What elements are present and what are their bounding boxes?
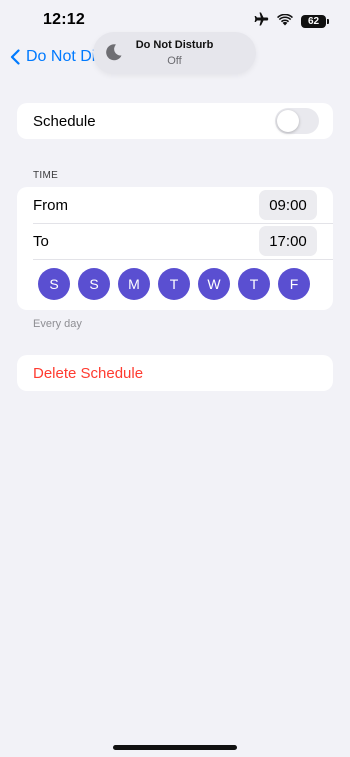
delete-schedule-button[interactable]: Delete Schedule [17, 355, 333, 391]
day-tuesday-button[interactable]: T [158, 268, 190, 300]
to-row: To 17:00 [17, 223, 333, 259]
from-time-button[interactable]: 09:00 [259, 190, 317, 220]
section-header-time: TIME [33, 170, 59, 181]
back-label: Do Not Dis [26, 48, 104, 65]
divider [33, 259, 333, 260]
schedule-toggle[interactable] [275, 108, 319, 134]
wifi-icon [277, 13, 293, 31]
chevron-left-icon [10, 49, 20, 65]
day-sunday-button[interactable]: S [38, 268, 70, 300]
focus-title: Do Not Disturb [135, 39, 214, 51]
focus-status-pill[interactable]: Do Not Disturb Off [93, 32, 256, 74]
repeat-summary: Every day [33, 318, 82, 330]
to-time-button[interactable]: 17:00 [259, 226, 317, 256]
from-label: From [33, 196, 68, 214]
focus-subtitle: Off [167, 55, 182, 67]
to-label: To [33, 232, 49, 250]
schedule-card: Schedule [17, 103, 333, 139]
from-row: From 09:00 [17, 187, 333, 223]
back-button[interactable]: Do Not Dis [10, 44, 103, 70]
status-time: 12:12 [43, 11, 85, 28]
toggle-knob [277, 110, 299, 132]
day-monday-button[interactable]: M [118, 268, 150, 300]
time-card: From 09:00 To 17:00 S S M T W T F [17, 187, 333, 310]
schedule-label: Schedule [33, 112, 96, 130]
day-saturday-button[interactable]: S [78, 268, 110, 300]
airplane-icon [253, 12, 269, 31]
battery-icon: 62 [301, 15, 329, 28]
schedule-row: Schedule [17, 103, 333, 139]
status-icons: 62 [253, 12, 329, 31]
home-indicator[interactable] [113, 745, 237, 750]
delete-card: Delete Schedule [17, 355, 333, 391]
day-thursday-button[interactable]: T [238, 268, 270, 300]
day-friday-button[interactable]: F [278, 268, 310, 300]
day-selector: S S M T W T F [38, 268, 310, 300]
day-wednesday-button[interactable]: W [198, 268, 230, 300]
